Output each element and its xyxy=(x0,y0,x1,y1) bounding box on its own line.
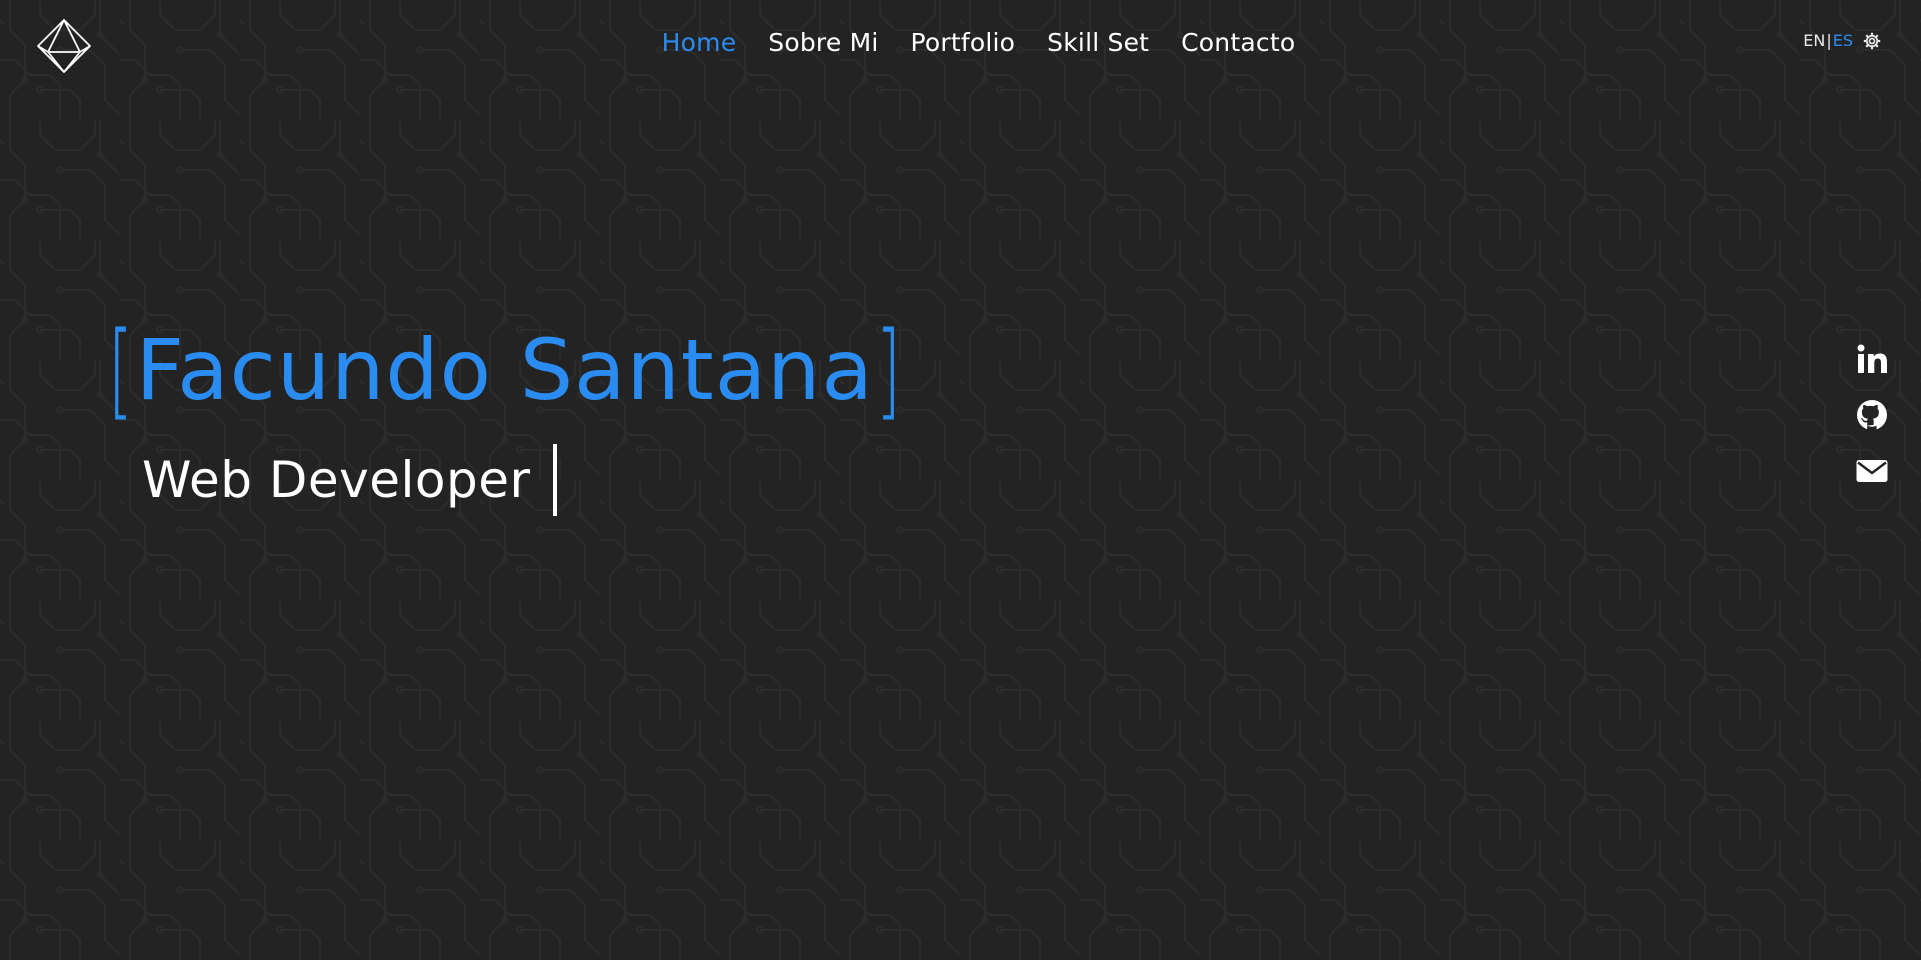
linkedin-icon[interactable] xyxy=(1855,342,1889,376)
close-bracket: ] xyxy=(875,309,902,431)
language-separator: | xyxy=(1826,31,1832,50)
hero-role-line: Web Developer xyxy=(142,444,909,516)
nav-item-home[interactable]: Home xyxy=(662,28,737,57)
language-switcher: EN | ES xyxy=(1803,31,1881,50)
nav-item-contacto[interactable]: Contacto xyxy=(1181,28,1295,57)
language-en[interactable]: EN xyxy=(1803,31,1825,50)
email-icon[interactable] xyxy=(1855,454,1889,488)
nav-item-skill-set[interactable]: Skill Set xyxy=(1047,28,1149,57)
open-bracket: [ xyxy=(107,309,134,431)
gear-icon[interactable] xyxy=(1863,32,1881,50)
language-es[interactable]: ES xyxy=(1833,31,1853,50)
page: Home Sobre Mi Portfolio Skill Set Contac… xyxy=(0,0,1921,960)
nav-item-portfolio[interactable]: Portfolio xyxy=(911,28,1016,57)
hero-name: Facundo Santana xyxy=(135,321,874,419)
hero-section: [ Facundo Santana ] Web Developer xyxy=(100,318,909,516)
hero-name-line: [ Facundo Santana ] xyxy=(100,318,909,422)
main-nav: Home Sobre Mi Portfolio Skill Set Contac… xyxy=(0,28,1921,57)
nav-item-sobre-mi[interactable]: Sobre Mi xyxy=(768,28,878,57)
github-icon[interactable] xyxy=(1855,398,1889,432)
social-links xyxy=(1855,342,1889,488)
hero-role: Web Developer xyxy=(142,451,531,509)
typing-cursor xyxy=(552,444,557,516)
